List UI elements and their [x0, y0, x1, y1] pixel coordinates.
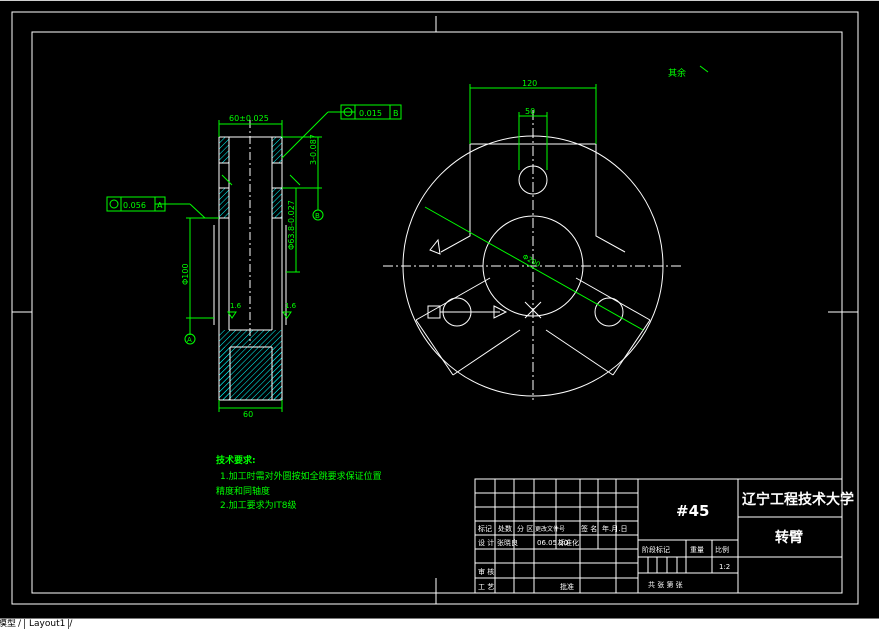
title-part-name: 转臂 — [775, 529, 803, 546]
label-standardize: 标准化 — [558, 538, 579, 547]
scale-label: 比例 — [715, 545, 729, 554]
front-view — [383, 110, 683, 400]
datum-marker-b: B — [312, 209, 324, 221]
tab-layout1[interactable]: Layout1 — [24, 619, 70, 629]
roughness-label-a: 1.6 — [230, 302, 242, 310]
datum-marker-a: A — [184, 333, 196, 345]
notes-heading: 技术要求: — [216, 454, 256, 466]
notes-line1: 1.加工时需对外圆按如全跳要求保证位置 — [220, 470, 382, 482]
hdr-change-doc: 更改文件号 — [535, 525, 565, 533]
label-approve: 批准 — [560, 582, 574, 591]
hdr-sign: 签 名 — [581, 524, 597, 533]
stage-mark-label: 阶段标记 — [642, 545, 670, 554]
surface-rest-note: 其余 — [668, 67, 686, 79]
section-view — [213, 120, 287, 401]
cad-drawing-canvas[interactable]: 1.6 1.6 0.015 B 0.056 A 60±0.025 60 Φ100… — [0, 0, 879, 618]
title-block: #45 辽宁工程技术大学 转臂 1:2 标记 处数 分 区 更改文件号 签 名 … — [474, 478, 854, 594]
roughness-symbol-b — [282, 311, 292, 319]
inner-drawing-frame — [31, 31, 843, 594]
drawing-svg: 1.6 1.6 0.015 B 0.056 A 60±0.025 60 Φ100… — [11, 11, 859, 605]
notes-line3: 2.加工要求为IT8级 — [220, 499, 296, 511]
weight-label: 重量 — [690, 546, 704, 554]
dim-top-width: 60±0.025 — [229, 114, 269, 123]
label-process: 工 艺 — [478, 583, 494, 591]
technical-notes: 技术要求: 1.加工时需对外圆按如全跳要求保证位置 精度和同轴度 2.加工要求为… — [216, 454, 382, 511]
svg-text:A: A — [187, 336, 192, 344]
dim-front-total: 120 — [522, 79, 537, 88]
hatch-mid-left — [219, 188, 229, 218]
svg-text:B: B — [315, 212, 320, 220]
roughness-label-b: 1.6 — [285, 302, 297, 310]
dim-height: Φ100 — [181, 263, 190, 285]
hdr-count: 处数 — [498, 524, 512, 533]
tab-model[interactable]: 模型 — [0, 619, 18, 629]
outer-sheet-border — [11, 11, 859, 605]
hdr-date: 年.月.日 — [602, 524, 627, 533]
notes-line2: 精度和同轴度 — [216, 485, 270, 497]
hatch-top-left — [219, 137, 229, 163]
frame-center-marks — [12, 16, 858, 604]
hatch-mid-right — [272, 188, 282, 218]
dim-depth: 3-0.087 — [309, 134, 318, 165]
hdr-mark: 标记 — [478, 524, 492, 533]
designer-name: 张晓良 — [497, 538, 518, 547]
tolerance-top-value: 0.015 — [359, 109, 382, 118]
dim-bore: Φ63.8-0.027 — [287, 200, 296, 250]
title-scale: 1:2 — [719, 563, 730, 571]
dim-bottom-width: 60 — [243, 410, 253, 419]
tolerance-left-datum: A — [157, 201, 163, 210]
datum-triangle — [429, 238, 441, 255]
hatch-top-right — [272, 137, 282, 163]
title-material: #45 — [676, 502, 709, 520]
layout-tab-bar: 模型/Layout1/ — [0, 618, 879, 629]
label-review: 审 核 — [478, 567, 494, 576]
title-school: 辽宁工程技术大学 — [742, 491, 854, 508]
label-design: 设 计 — [478, 538, 494, 547]
sheet-count: 共 张 第 张 — [648, 580, 683, 589]
hdr-zone: 分 区 — [517, 524, 533, 533]
dim-front-slot: 50 — [525, 107, 535, 116]
tolerance-top-datum: B — [393, 109, 399, 118]
tolerance-frame-left: 0.056 A — [106, 196, 166, 212]
tolerance-left-value: 0.056 — [123, 201, 146, 210]
